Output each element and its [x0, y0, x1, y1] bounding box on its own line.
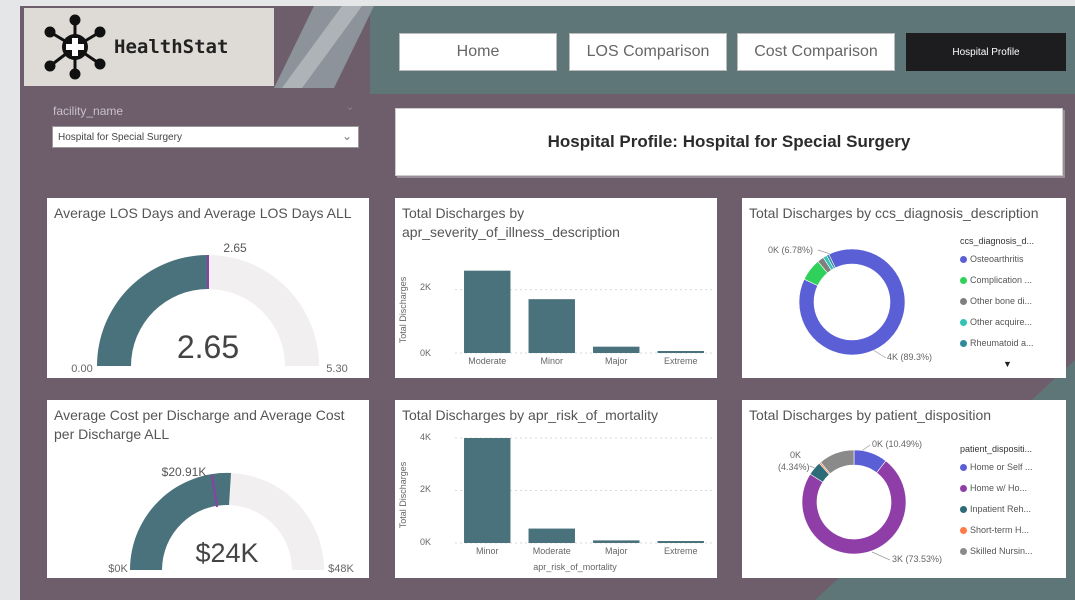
cost-gauge-card[interactable]: Average Cost per Discharge and Average C… [47, 400, 369, 578]
gauge-max-label: 5.30 [326, 363, 347, 375]
y-tick-label: 2K [420, 282, 431, 292]
logo-panel: HealthStat [24, 8, 274, 86]
y-tick-label: 4K [420, 432, 431, 442]
mortality-bar-chart: Total Discharges 4K 2K 0K apr_risk_of_mo… [398, 432, 713, 572]
legend-color-dot [960, 319, 967, 326]
legend-label: Osteoarthritis [970, 254, 1024, 264]
legend-label: Home w/ Ho... [970, 483, 1028, 493]
nav-cost-comparison-button[interactable]: Cost Comparison [737, 33, 895, 71]
diagnosis-chart-card[interactable]: Total Discharges by ccs_diagnosis_descri… [742, 198, 1066, 378]
legend-label: Skilled Nursin... [970, 546, 1033, 556]
legend-item[interactable]: Home w/ Ho... [960, 483, 1027, 493]
legend-item[interactable]: Other bone di... [960, 296, 1032, 306]
bar-extreme[interactable] [657, 541, 704, 543]
gauge-min-label: 0.00 [71, 363, 92, 375]
legend-color-dot [960, 548, 967, 555]
bar-moderate[interactable] [464, 270, 511, 353]
slice-label: 4K (89.3%) [887, 352, 932, 362]
los-gauge: 2.65 2.65 0.00 5.30 [71, 241, 347, 375]
cost-gauge: $24K $20.91K $0K $48K [108, 465, 354, 575]
gauge-max-label: $48K [328, 563, 354, 575]
facility-select[interactable]: Hospital for Special Surgery ⌄ [52, 126, 359, 148]
nav-hospital-profile-button[interactable]: Hospital Profile [906, 33, 1066, 71]
slice-label: 0K [790, 450, 801, 460]
diagnosis-donut-chart: 0K (6.78%) 4K (89.3%) [768, 245, 932, 362]
legend-label: Other acquire... [970, 317, 1033, 327]
legend-label: Home or Self ... [970, 462, 1033, 472]
legend-color-dot [960, 340, 967, 347]
x-axis-label: apr_risk_of_mortality [533, 562, 617, 572]
bar-extreme[interactable] [657, 351, 704, 353]
legend-color-dot [960, 277, 967, 284]
healthstat-logo-icon [44, 14, 106, 80]
y-axis-label: Total Discharges [398, 461, 408, 528]
gauge-min-label: $0K [108, 563, 128, 575]
legend-label: Complication ... [970, 275, 1033, 285]
y-tick-label: 0K [420, 537, 431, 547]
legend-scroll-down-icon[interactable]: ▼ [1003, 359, 1012, 369]
slice-label: 3K (73.53%) [892, 554, 942, 564]
nav-home-button[interactable]: Home [399, 33, 557, 71]
y-axis-label: Total Discharges [398, 276, 408, 343]
chevron-down-icon[interactable]: ⌄ [345, 99, 355, 113]
app-name: HealthStat [114, 36, 229, 58]
leader-line [871, 551, 891, 561]
mortality-chart-card[interactable]: Total Discharges by apr_risk_of_mortalit… [395, 400, 717, 578]
x-tick-label: Minor [540, 356, 563, 366]
gauge-value: $24K [195, 538, 258, 568]
bar-major[interactable] [593, 540, 640, 543]
legend-item[interactable]: Skilled Nursin... [960, 546, 1033, 556]
y-tick-label: 2K [420, 484, 431, 494]
gauge-target-label: $20.91K [162, 465, 207, 479]
x-tick-label: Moderate [533, 546, 571, 556]
legend-item[interactable]: Short-term H... [960, 525, 1029, 535]
legend-label: Rheumatoid a... [970, 338, 1034, 348]
legend-item[interactable]: Other acquire... [960, 317, 1032, 327]
legend-label: Inpatient Reh... [970, 504, 1032, 514]
severity-chart-card[interactable]: Total Discharges by apr_severity_of_illn… [395, 198, 717, 378]
x-tick-label: Major [605, 356, 628, 366]
dashboard-canvas: HealthStat Home LOS Comparison Cost Comp… [20, 6, 1075, 600]
filter-label: facility_name [53, 104, 124, 118]
legend-color-dot [960, 485, 967, 492]
legend-item[interactable]: Home or Self ... [960, 462, 1033, 472]
x-tick-label: Minor [476, 546, 499, 556]
bar-minor[interactable] [528, 299, 575, 353]
slice-label: (4.34%) [778, 462, 810, 472]
legend-color-dot [960, 464, 967, 471]
gauge-value: 2.65 [177, 329, 239, 365]
legend-title: patient_dispositi... [960, 444, 1033, 454]
legend-color-dot [960, 527, 967, 534]
legend-title: ccs_diagnosis_d... [960, 236, 1035, 246]
gauge-target-label: 2.65 [223, 241, 247, 255]
slice-label: 0K (6.78%) [768, 245, 813, 255]
facility-select-value: Hospital for Special Surgery [58, 131, 182, 143]
legend-item[interactable]: Complication ... [960, 275, 1032, 285]
bar-moderate[interactable] [528, 528, 575, 543]
legend-item[interactable]: Osteoarthritis [960, 254, 1024, 264]
legend-item[interactable]: Rheumatoid a... [960, 338, 1034, 348]
y-tick-label: 0K [420, 348, 431, 358]
severity-bar-chart: Total Discharges 2K 0K Moderate Minor Majo… [398, 270, 713, 366]
x-tick-label: Extreme [664, 546, 698, 556]
x-tick-label: Moderate [468, 356, 506, 366]
legend-color-dot [960, 506, 967, 513]
disposition-chart-card[interactable]: Total Discharges by patient_disposition … [742, 400, 1066, 578]
legend-label: Other bone di... [970, 296, 1033, 306]
legend-color-dot [960, 256, 967, 263]
bar-major[interactable] [593, 346, 640, 353]
slice-label: 0K (10.49%) [872, 439, 922, 449]
page-title: Hospital Profile: Hospital for Special S… [395, 108, 1063, 176]
legend-label: Short-term H... [970, 525, 1030, 535]
x-tick-label: Extreme [664, 356, 698, 366]
legend-color-dot [960, 298, 967, 305]
legend-item[interactable]: Inpatient Reh... [960, 504, 1031, 514]
x-tick-label: Major [605, 546, 628, 556]
chevron-down-icon: ⌄ [341, 129, 352, 143]
nav-los-comparison-button[interactable]: LOS Comparison [569, 33, 727, 71]
los-gauge-card[interactable]: Average LOS Days and Average LOS Days AL… [47, 198, 369, 378]
bar-minor[interactable] [464, 438, 511, 543]
